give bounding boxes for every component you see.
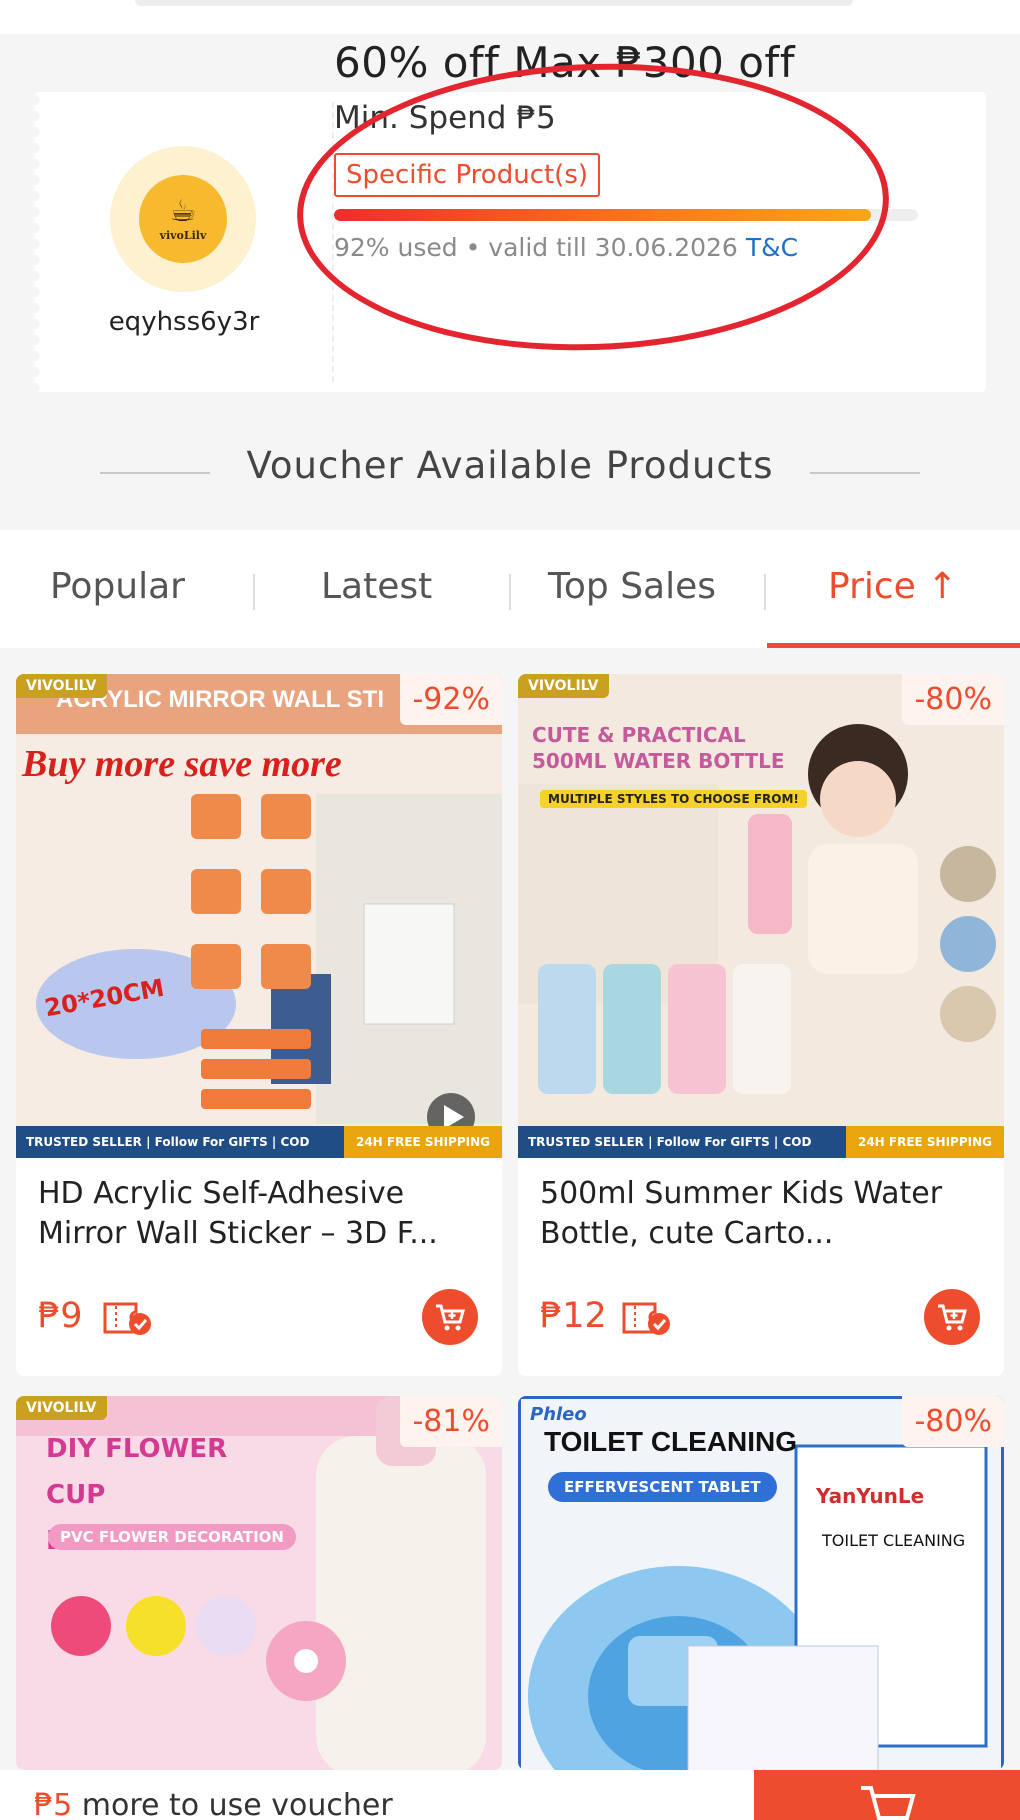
product-name[interactable]: HD Acrylic Self-Adhesive Mirror Wall Sti… xyxy=(38,1174,478,1254)
free-shipping-label: 24H FREE SHIPPING xyxy=(343,1126,502,1158)
tab-divider xyxy=(764,574,766,610)
cart-button[interactable] xyxy=(754,1770,1020,1820)
trust-text: TRUSTED SELLER | Follow For GIFTS | COD xyxy=(26,1135,310,1149)
shop-badge: VIVOLILV xyxy=(16,1396,107,1420)
voucher-title: 60% off Max ₱300 off xyxy=(334,38,796,87)
logo-text: vivoLilv xyxy=(159,228,207,242)
product-price: ₱12 xyxy=(540,1296,607,1336)
coffee-cup-icon: ☕ xyxy=(169,193,197,229)
image-headline: TOILET CLEANING xyxy=(544,1426,798,1457)
add-to-cart-button[interactable] xyxy=(422,1289,478,1345)
cart-add-icon xyxy=(436,1304,465,1331)
shop-badge: VIVOLILV xyxy=(518,674,609,698)
discount-badge: -92% xyxy=(400,674,502,725)
image-box-brand: YanYunLe xyxy=(816,1484,925,1508)
active-tab-indicator xyxy=(767,643,1020,648)
tab-latest[interactable]: Latest xyxy=(321,566,432,607)
image-brand: Phleo xyxy=(530,1404,587,1425)
product-card[interactable]: CUTE & PRACTICAL 500ML WATER BOTTLE MULT… xyxy=(518,674,1004,1376)
voucher-progress-bar xyxy=(334,209,918,221)
discount-badge: -81% xyxy=(400,1396,502,1447)
product-image[interactable]: DIY FLOWER CUP DECORATION PVC FLOWER DEC… xyxy=(16,1396,502,1770)
shop-logo[interactable]: ☕ vivoLilv xyxy=(110,146,256,292)
product-image[interactable]: Phleo TOILET CLEANING EFFERVESCENT TABLE… xyxy=(518,1396,1004,1770)
remaining-text: more to use voucher xyxy=(81,1788,393,1820)
product-price: ₱9 xyxy=(38,1296,83,1336)
product-name[interactable]: 500ml Summer Kids Water Bottle, cute Car… xyxy=(540,1174,980,1254)
product-card[interactable]: Phleo TOILET CLEANING EFFERVESCENT TABLE… xyxy=(518,1396,1004,1770)
voucher-usage: 92% used • valid till 30.06.2026 xyxy=(334,233,738,262)
voucher-tag: Specific Product(s) xyxy=(334,153,601,197)
bottom-bar: ₱5 more to use voucher xyxy=(0,1770,1020,1820)
remaining-amount: ₱5 xyxy=(34,1788,73,1820)
shop-logo-inner: ☕ vivoLilv xyxy=(139,175,227,263)
sort-tabs: Popular Latest Top Sales Price ↑ xyxy=(0,530,1020,648)
voucher-meta: 92% used • valid till 30.06.2026 T&C xyxy=(334,233,798,262)
product-card[interactable]: ACRYLIC MIRROR WALL STI Buy more save mo… xyxy=(16,674,502,1376)
voucher-min-spend: Min. Spend ₱5 xyxy=(334,100,556,136)
image-box-text: TOILET CLEANING xyxy=(822,1531,966,1550)
top-search-bar[interactable] xyxy=(135,0,853,6)
discount-badge: -80% xyxy=(902,1396,1004,1447)
tab-divider xyxy=(253,574,255,610)
product-image[interactable]: ACRYLIC MIRROR WALL STI Buy more save mo… xyxy=(16,674,502,1158)
cart-icon xyxy=(861,1786,916,1820)
image-subheadline: Buy more save more xyxy=(22,743,342,785)
product-card[interactable]: DIY FLOWER CUP DECORATION PVC FLOWER DEC… xyxy=(16,1396,502,1770)
tab-price[interactable]: Price ↑ xyxy=(828,566,957,607)
discount-badge: -80% xyxy=(902,674,1004,725)
trust-bar: TRUSTED SELLER | Follow For GIFTS | COD 2… xyxy=(16,1126,502,1158)
section-title: Voucher Available Products xyxy=(246,444,774,487)
image-subheadline: PVC FLOWER DECORATION xyxy=(48,1524,296,1550)
tab-popular[interactable]: Popular xyxy=(50,566,185,607)
trust-text: TRUSTED SELLER | Follow For GIFTS | COD xyxy=(528,1135,812,1149)
product-image[interactable]: CUTE & PRACTICAL 500ML WATER BOTTLE MULT… xyxy=(518,674,1004,1158)
cart-add-icon xyxy=(938,1304,967,1331)
voucher-requirement-text: ₱5 more to use voucher xyxy=(34,1788,393,1820)
voucher-progress-fill xyxy=(334,209,872,221)
top-strip xyxy=(0,0,1020,34)
image-headline: CUTE & PRACTICAL 500ML WATER BOTTLE xyxy=(532,723,785,773)
tc-link[interactable]: T&C xyxy=(746,233,798,262)
voucher-applicable-icon xyxy=(103,1302,151,1335)
image-subheadline: EFFERVESCENT TABLET xyxy=(548,1472,777,1502)
shop-badge: VIVOLILV xyxy=(16,674,107,698)
image-subheadline: MULTIPLE STYLES TO CHOOSE FROM! xyxy=(540,790,807,808)
free-shipping-label: 24H FREE SHIPPING xyxy=(845,1126,1004,1158)
tab-divider xyxy=(509,574,511,610)
shop-name: eqyhss6y3r xyxy=(108,307,260,337)
section-line-right xyxy=(810,472,920,474)
trust-bar: TRUSTED SELLER | Follow For GIFTS | COD 2… xyxy=(518,1126,1004,1158)
voucher-applicable-icon xyxy=(622,1302,670,1335)
add-to-cart-button[interactable] xyxy=(924,1289,980,1345)
tab-top-sales[interactable]: Top Sales xyxy=(548,566,716,607)
voucher-edge xyxy=(34,92,42,392)
